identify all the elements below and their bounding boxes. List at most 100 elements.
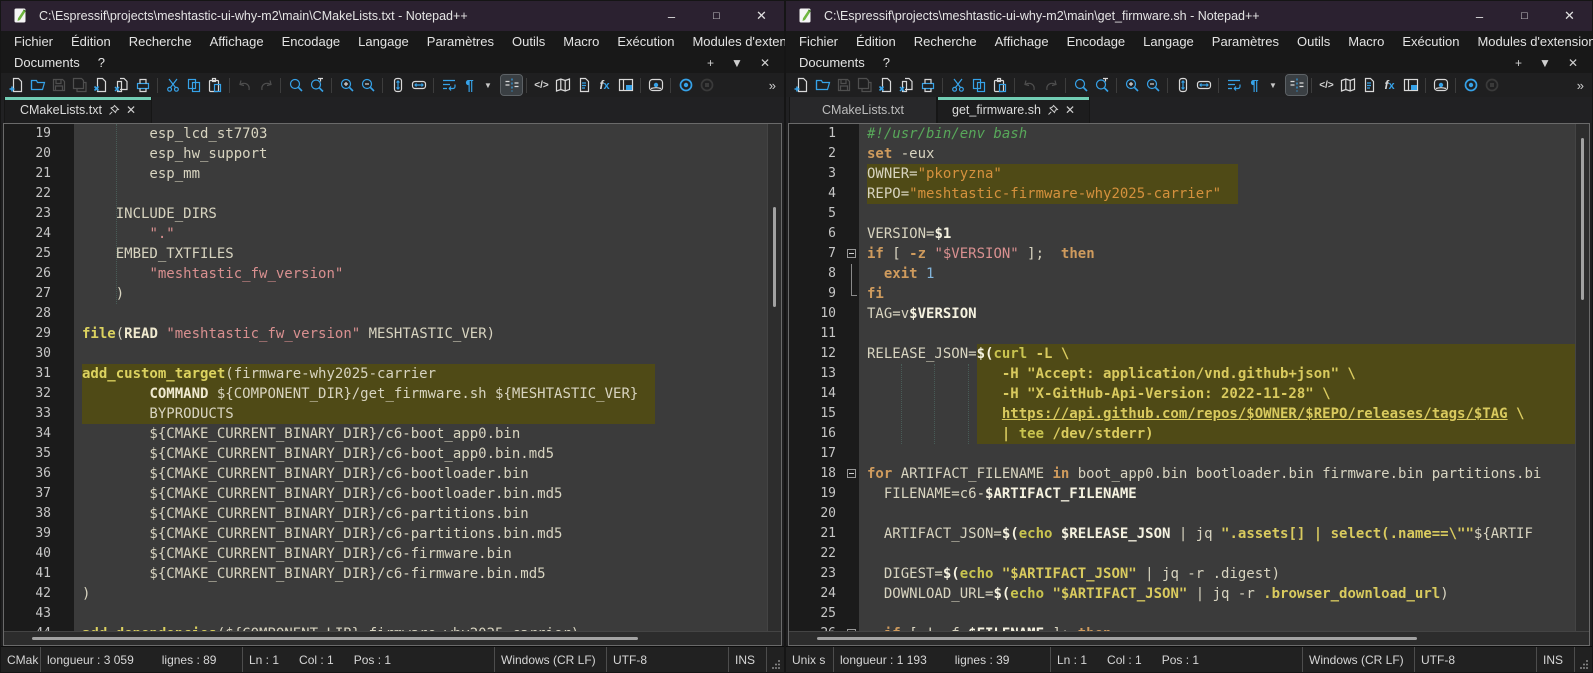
indent-guide-icon[interactable] bbox=[1286, 75, 1307, 95]
find-icon[interactable] bbox=[1070, 75, 1091, 95]
close-button[interactable]: ✕ bbox=[739, 1, 784, 31]
menu-item-documents[interactable]: Documents bbox=[5, 55, 89, 70]
document-monitor-icon[interactable] bbox=[1430, 75, 1451, 95]
resize-grip[interactable] bbox=[767, 647, 784, 672]
macro-record-icon[interactable] bbox=[675, 75, 696, 95]
vertical-scrollbar-thumb[interactable] bbox=[773, 207, 776, 307]
tab-close-icon[interactable]: ✕ bbox=[126, 103, 136, 117]
menu-item-ex-cution[interactable]: Exécution bbox=[608, 34, 683, 49]
plus-button[interactable]: + bbox=[707, 56, 714, 70]
new-file-icon[interactable] bbox=[791, 75, 812, 95]
copy-icon[interactable] bbox=[968, 75, 989, 95]
show-all-characters-icon[interactable]: ¶ bbox=[1244, 75, 1265, 95]
macro-record-icon[interactable] bbox=[1460, 75, 1481, 95]
document-list-icon[interactable] bbox=[573, 75, 594, 95]
word-wrap-icon[interactable] bbox=[1223, 75, 1244, 95]
zoom-in-icon[interactable] bbox=[1121, 75, 1142, 95]
paste-icon[interactable] bbox=[989, 75, 1010, 95]
undo-icon[interactable] bbox=[1019, 75, 1040, 95]
menu-item-outils[interactable]: Outils bbox=[1288, 34, 1339, 49]
resize-grip[interactable] bbox=[1575, 647, 1592, 672]
menu-item-param-tres[interactable]: Paramètres bbox=[1203, 34, 1288, 49]
print-icon[interactable] bbox=[132, 75, 153, 95]
save-all-icon[interactable] bbox=[854, 75, 875, 95]
indent-guide-icon[interactable] bbox=[501, 75, 522, 95]
redo-icon[interactable] bbox=[1040, 75, 1061, 95]
minimize-button[interactable]: – bbox=[649, 1, 694, 31]
fold-box-marker[interactable] bbox=[847, 469, 856, 478]
menu-item-langage[interactable]: Langage bbox=[349, 34, 418, 49]
word-wrap-icon[interactable] bbox=[438, 75, 459, 95]
paste-icon[interactable] bbox=[204, 75, 225, 95]
menu-item-documents[interactable]: Documents bbox=[790, 55, 874, 70]
zoom-out-icon[interactable] bbox=[1142, 75, 1163, 95]
menu-item-macro[interactable]: Macro bbox=[554, 34, 608, 49]
minimize-button[interactable]: – bbox=[1457, 1, 1502, 31]
menu-item-fichier[interactable]: Fichier bbox=[790, 34, 847, 49]
open-file-icon[interactable] bbox=[27, 75, 48, 95]
close-file-icon[interactable] bbox=[875, 75, 896, 95]
zoom-in-icon[interactable] bbox=[336, 75, 357, 95]
sync-vertical-scroll-icon[interactable] bbox=[1172, 75, 1193, 95]
menu-item-modules-d-extension[interactable]: Modules d'extension bbox=[1468, 34, 1593, 49]
dropdown-arrow-icon[interactable]: ▼ bbox=[1265, 75, 1286, 95]
code-view-icon[interactable]: </> bbox=[1316, 75, 1337, 95]
menu-item-encodage[interactable]: Encodage bbox=[273, 34, 350, 49]
maximize-button[interactable]: □ bbox=[694, 1, 739, 31]
toolbar-overflow-chevron[interactable]: » bbox=[1577, 78, 1584, 93]
function-list-icon[interactable]: fx bbox=[594, 75, 615, 95]
folder-as-workspace-icon[interactable] bbox=[615, 75, 636, 95]
sync-horizontal-scroll-icon[interactable] bbox=[1193, 75, 1214, 95]
menu-item-encodage[interactable]: Encodage bbox=[1058, 34, 1135, 49]
menu-item-help[interactable]: ? bbox=[874, 55, 899, 70]
maximize-button[interactable]: □ bbox=[1502, 1, 1547, 31]
fold-box-marker[interactable] bbox=[847, 249, 856, 258]
horizontal-scrollbar-thumb[interactable] bbox=[32, 637, 638, 640]
save-icon[interactable] bbox=[48, 75, 69, 95]
code-view-icon[interactable]: </> bbox=[531, 75, 552, 95]
replace-icon[interactable] bbox=[306, 75, 327, 95]
copy-icon[interactable] bbox=[183, 75, 204, 95]
tab-list-button[interactable]: ▼ bbox=[1539, 56, 1551, 70]
close-all-files-icon[interactable] bbox=[896, 75, 917, 95]
cut-icon[interactable] bbox=[162, 75, 183, 95]
menu-item-fichier[interactable]: Fichier bbox=[5, 34, 62, 49]
vertical-scrollbar[interactable] bbox=[767, 124, 781, 631]
open-file-icon[interactable] bbox=[812, 75, 833, 95]
close-document-button[interactable]: ✕ bbox=[760, 56, 770, 70]
menu-item-affichage[interactable]: Affichage bbox=[986, 34, 1058, 49]
folder-as-workspace-icon[interactable] bbox=[1400, 75, 1421, 95]
zoom-out-icon[interactable] bbox=[357, 75, 378, 95]
sync-horizontal-scroll-icon[interactable] bbox=[408, 75, 429, 95]
menu-item-affichage[interactable]: Affichage bbox=[201, 34, 273, 49]
pin-icon[interactable] bbox=[108, 104, 120, 116]
plus-button[interactable]: + bbox=[1515, 56, 1522, 70]
macro-stop-icon[interactable] bbox=[696, 75, 717, 95]
tab-cmakelists-txt[interactable]: CMakeLists.txt✕ bbox=[4, 97, 152, 123]
document-monitor-icon[interactable] bbox=[645, 75, 666, 95]
menu-item-recherche[interactable]: Recherche bbox=[120, 34, 201, 49]
document-list-icon[interactable] bbox=[1358, 75, 1379, 95]
print-icon[interactable] bbox=[917, 75, 938, 95]
editor[interactable]: 19 esp_lcd_st770320 esp_hw_support21 esp… bbox=[3, 123, 782, 646]
tab-get-firmware-sh[interactable]: get_firmware.sh✕ bbox=[937, 97, 1090, 123]
menu-item-param-tres[interactable]: Paramètres bbox=[418, 34, 503, 49]
function-list-icon[interactable]: fx bbox=[1379, 75, 1400, 95]
code-area[interactable]: 1#!/usr/bin/env bash2set -eux3OWNER="pko… bbox=[789, 124, 1575, 631]
document-map-icon[interactable] bbox=[1337, 75, 1358, 95]
macro-stop-icon[interactable] bbox=[1481, 75, 1502, 95]
toolbar-overflow-chevron[interactable]: » bbox=[769, 78, 776, 93]
tab-close-icon[interactable]: ✕ bbox=[1065, 103, 1075, 117]
close-all-files-icon[interactable] bbox=[111, 75, 132, 95]
redo-icon[interactable] bbox=[255, 75, 276, 95]
menu-item-outils[interactable]: Outils bbox=[503, 34, 554, 49]
save-all-icon[interactable] bbox=[69, 75, 90, 95]
replace-icon[interactable] bbox=[1091, 75, 1112, 95]
dropdown-arrow-icon[interactable]: ▼ bbox=[480, 75, 501, 95]
horizontal-scrollbar[interactable] bbox=[4, 631, 781, 645]
horizontal-scrollbar[interactable] bbox=[789, 631, 1589, 645]
close-button[interactable]: ✕ bbox=[1547, 1, 1592, 31]
save-icon[interactable] bbox=[833, 75, 854, 95]
menu-item--dition[interactable]: Édition bbox=[847, 34, 905, 49]
menu-item--dition[interactable]: Édition bbox=[62, 34, 120, 49]
